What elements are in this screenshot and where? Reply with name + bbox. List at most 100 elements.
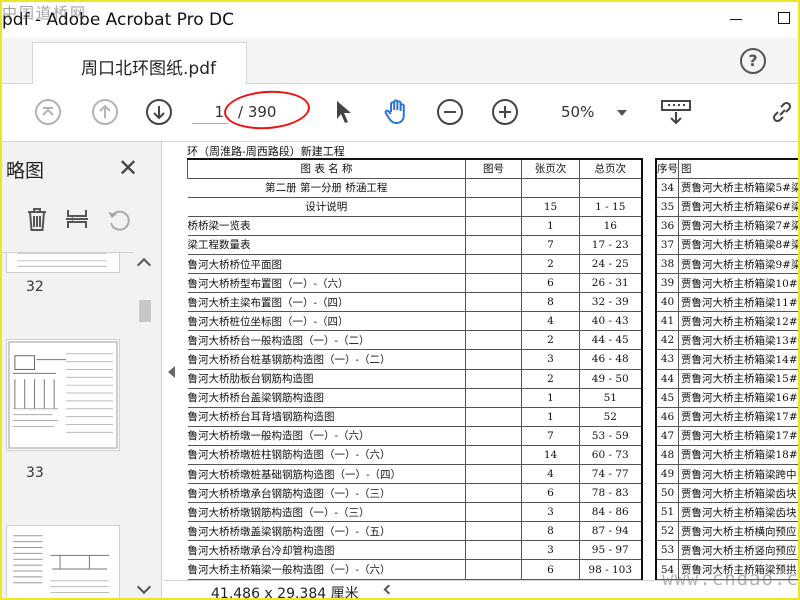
table-header-row: 序号 图 [656, 159, 798, 179]
zoom-value: 50% [561, 103, 595, 121]
cell-fig [465, 273, 522, 294]
column-header-fig: 图号 [465, 159, 522, 179]
cell-name: 鲁河大桥桥台桩基钢筋构造图（一）-（二） [187, 349, 466, 370]
cell-name: 鲁河大桥桥台一般构造图（一）-（二） [187, 330, 466, 351]
cell-fig [465, 292, 522, 313]
cell-pages: 2 [521, 369, 580, 389]
scrollbar-thumb[interactable] [139, 300, 151, 322]
cell-seq: 44 [656, 369, 679, 389]
cell-name: 鲁河大桥桥墩钢筋构造图（一）-（三） [187, 502, 466, 523]
cell-fig [465, 502, 522, 523]
scroll-down-icon[interactable] [136, 579, 152, 595]
cell-name: 鲁河大桥主桥箱梁一般构造图（一）-（六） [187, 559, 466, 580]
table-row: 鲁河大桥桥台桩基钢筋构造图（一）-（二） 3 46 - 48 [187, 349, 642, 370]
cell-seq: 50 [656, 483, 679, 504]
cell-name: 鲁河大桥桥墩一般构造图（一）-（六） [187, 426, 466, 446]
document-page: 环（周淮路-周西路段）新建工程 图 表 名 称 图号 张页次 总页次 第二册 第… [163, 142, 798, 580]
cell-range: 98 - 103 [579, 559, 642, 580]
cell-seq: 48 [656, 445, 679, 466]
cell-pages: 3 [521, 502, 580, 523]
page-thumbnail[interactable] [6, 525, 120, 598]
table-row: 35 贾鲁河大桥主桥箱梁6#梁 [656, 197, 798, 217]
cell-seq: 36 [656, 216, 679, 236]
cell-name: 第二册 第一分册 桥涵工程 [187, 178, 466, 198]
table-row: 鲁河大桥桥台盖梁钢筋构造图 1 51 [187, 388, 642, 408]
cell-name: 贾鲁河大桥主桥箱梁13#梁 [678, 330, 798, 351]
zoom-dropdown[interactable]: 50% [545, 98, 633, 128]
table-row: 49 贾鲁河大桥主桥箱梁跨中 [656, 464, 798, 485]
cell-name: 贾鲁河大桥主桥箱梁17#边 [678, 407, 798, 427]
next-page-icon[interactable] [145, 98, 173, 126]
table-row: 鲁河大桥桥型布置图（一）-（六） 6 26 - 31 [187, 273, 642, 294]
column-header-seq: 序号 [656, 159, 679, 179]
cell-fig [465, 235, 522, 255]
table-row: 鲁河大桥桥墩钢筋构造图（一）-（三） 3 84 - 86 [187, 502, 642, 523]
cell-name: 鲁河大桥桥位平面图 [187, 254, 466, 275]
cell-seq: 37 [656, 235, 679, 255]
zoom-out-icon[interactable] [436, 98, 464, 126]
document-header: 环（周淮路-周西路段）新建工程 [187, 145, 345, 158]
tab-label: 周口北环图纸.pdf [81, 59, 216, 79]
cell-pages: 7 [521, 235, 580, 255]
previous-page-icon[interactable] [91, 98, 119, 126]
scroll-mode-icon[interactable] [660, 98, 692, 126]
cell-fig [465, 426, 522, 446]
tab-document[interactable]: 周口北环图纸.pdf [32, 42, 247, 84]
cell-name: 鲁河大桥主梁布置图（一）-（四） [187, 292, 466, 313]
hand-tool-icon[interactable] [382, 98, 410, 126]
cell-range: 32 - 39 [579, 292, 642, 313]
insert-page-icon[interactable] [62, 204, 92, 234]
cell-fig [465, 254, 522, 275]
cell-name: 贾鲁河大桥主桥箱梁5#梁 [678, 178, 798, 198]
scroll-up-icon[interactable] [136, 257, 152, 273]
thumbnail-label: 33 [26, 465, 44, 481]
table-row: 鲁河大桥主梁布置图（一）-（四） 8 32 - 39 [187, 292, 642, 313]
panel-title: 略图 [6, 160, 45, 182]
undo-icon[interactable] [104, 204, 134, 234]
cell-name: 贾鲁河大桥主桥箱梁10#梁 [678, 273, 798, 294]
document-view[interactable]: 环（周淮路-周西路段）新建工程 图 表 名 称 图号 张页次 总页次 第二册 第… [163, 142, 798, 580]
cell-range: 17 - 23 [579, 235, 642, 255]
trash-icon[interactable] [22, 204, 52, 234]
cell-fig [465, 369, 522, 389]
column-header-pages: 张页次 [521, 159, 580, 179]
cell-pages: 3 [521, 349, 580, 370]
help-icon[interactable]: ? [740, 48, 766, 74]
cell-name: 鲁河大桥桩位坐标图（一）-（四） [187, 311, 466, 332]
cell-pages: 15 [521, 197, 580, 217]
cell-name: 鲁河大桥桥墩承台钢筋构造图（一）-（三） [187, 483, 466, 504]
thumbnail-scrollbar[interactable] [134, 252, 156, 598]
column-header-name: 图 [678, 159, 798, 179]
column-header-range: 总页次 [579, 159, 642, 179]
cell-range: 60 - 73 [579, 445, 642, 466]
cell-name: 贾鲁河大桥主桥箱梁12#梁 [678, 311, 798, 332]
maximize-button[interactable] [778, 12, 790, 24]
cell-range: 40 - 43 [579, 311, 642, 332]
cell-range: 84 - 86 [579, 502, 642, 523]
table-row: 鲁河大桥桥墩桩柱钢筋构造图（一）-（六） 14 60 - 73 [187, 445, 642, 466]
table-row: 鲁河大桥桥墩盖梁钢筋构造图（一）-（五） 8 87 - 94 [187, 521, 642, 542]
cell-pages: 7 [521, 426, 580, 446]
page-thumbnail[interactable] [6, 253, 120, 273]
cell-pages: 2 [521, 330, 580, 351]
cell-name: 贾鲁河大桥主桥箱梁11#梁 [678, 292, 798, 313]
cell-pages: 8 [521, 292, 580, 313]
cell-seq: 34 [656, 178, 679, 198]
table-row: 梁工程数量表 7 17 - 23 [187, 235, 642, 255]
close-icon[interactable]: ✕ [118, 154, 138, 182]
page-number-input[interactable] [192, 100, 228, 124]
column-header-name: 图 表 名 称 [187, 159, 466, 179]
zoom-in-icon[interactable] [491, 98, 519, 126]
select-cursor-icon[interactable] [330, 98, 358, 126]
cell-name: 贾鲁河大桥主桥箱梁17#中 [678, 426, 798, 446]
page-thumbnail[interactable] [6, 339, 120, 451]
cell-seq: 51 [656, 502, 679, 523]
cell-seq: 46 [656, 407, 679, 427]
collapse-panel-icon[interactable] [168, 366, 175, 378]
link-share-icon[interactable] [768, 98, 796, 126]
cell-name: 鲁河大桥桥墩盖梁钢筋构造图（一）-（五） [187, 521, 466, 542]
cell-name: 贾鲁河大桥主桥箱梁16#梁 [678, 388, 798, 408]
first-page-icon[interactable] [34, 98, 62, 126]
minimize-button[interactable] [730, 19, 742, 20]
scroll-left-icon[interactable] [383, 584, 394, 595]
